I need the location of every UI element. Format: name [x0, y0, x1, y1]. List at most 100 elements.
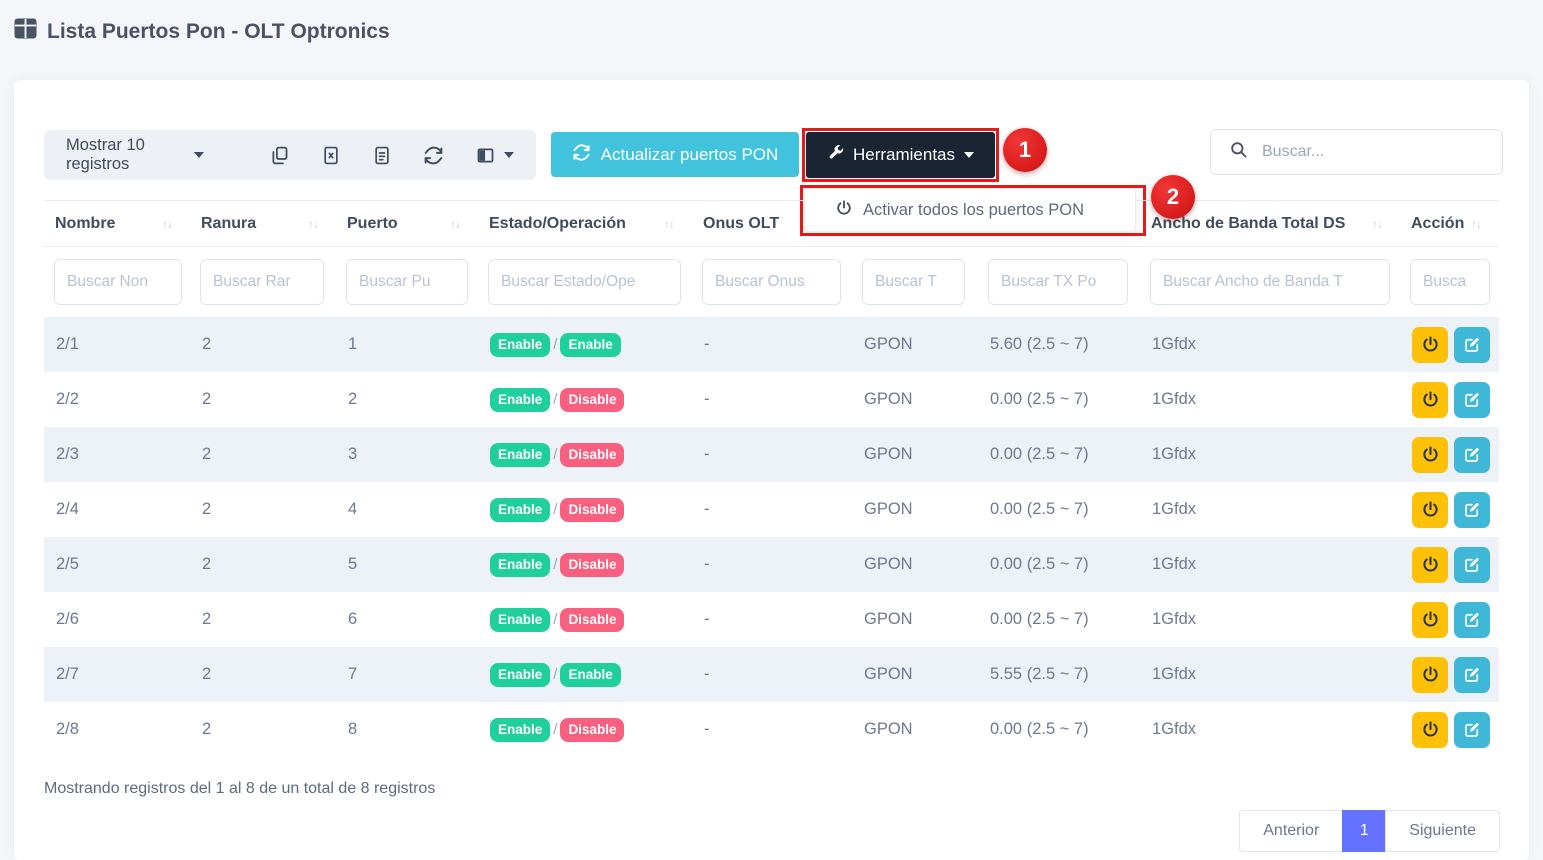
- oper-state-badge: Disable: [560, 553, 624, 577]
- filter-onus-input[interactable]: [702, 259, 841, 305]
- column-visibility-icon[interactable]: [475, 145, 514, 166]
- ports-table: Nombre↑↓ Ranura↑↓ Puerto↑↓ Estado/Operac…: [44, 200, 1499, 757]
- tools-dropdown-button[interactable]: Herramientas: [806, 132, 995, 178]
- tipo-value: GPON: [864, 335, 913, 353]
- toggle-port-button[interactable]: [1412, 382, 1448, 418]
- admin-state-badge: Enable: [490, 663, 550, 687]
- filter-accion-input[interactable]: [1410, 259, 1490, 305]
- filter-tx-input[interactable]: [988, 259, 1128, 305]
- toggle-port-button[interactable]: [1412, 492, 1448, 528]
- state-separator: /: [553, 721, 557, 738]
- edit-port-button[interactable]: [1454, 327, 1490, 363]
- copy-icon[interactable]: [269, 145, 290, 166]
- onus-value: -: [704, 390, 710, 408]
- onus-value: -: [704, 610, 710, 628]
- pagination-next-button[interactable]: Siguiente: [1385, 810, 1500, 852]
- power-icon: [1421, 390, 1440, 409]
- excel-export-icon[interactable]: [321, 145, 341, 166]
- toggle-port-button[interactable]: [1412, 657, 1448, 693]
- col-header-estado-operacion[interactable]: Estado/Operación↑↓: [478, 201, 692, 247]
- col-header-puerto[interactable]: Puerto↑↓: [336, 201, 478, 247]
- pagination: Anterior 1 Siguiente: [1239, 810, 1500, 852]
- bandwidth-value: 1Gfdx: [1152, 610, 1196, 628]
- col-header-accion[interactable]: Acción↑↓: [1400, 201, 1499, 247]
- col-header-nombre[interactable]: Nombre↑↓: [44, 201, 190, 247]
- table-row: 2/1 2 1 Enable/Enable - GPON 5.60 (2.5 ~…: [44, 317, 1499, 372]
- filter-ancho-input[interactable]: [1150, 259, 1390, 305]
- pagination-prev-button[interactable]: Anterior: [1239, 810, 1343, 852]
- tx-power-value: 0.00 (2.5 ~ 7): [990, 720, 1089, 738]
- col-header-ranura[interactable]: Ranura↑↓: [190, 201, 336, 247]
- filter-estado-input[interactable]: [488, 259, 681, 305]
- toggle-port-button[interactable]: [1412, 547, 1448, 583]
- admin-state-badge: Enable: [490, 498, 550, 522]
- filter-ranura-input[interactable]: [200, 259, 324, 305]
- filter-puerto-input[interactable]: [346, 259, 468, 305]
- tipo-value: GPON: [864, 555, 913, 573]
- slot-value: 2: [202, 720, 211, 738]
- port-value: 6: [348, 610, 357, 628]
- edit-port-button[interactable]: [1454, 492, 1490, 528]
- edit-port-button[interactable]: [1454, 547, 1490, 583]
- bandwidth-value: 1Gfdx: [1152, 335, 1196, 353]
- edit-icon: [1463, 391, 1481, 409]
- state-separator: /: [553, 611, 557, 628]
- toggle-port-button[interactable]: [1412, 602, 1448, 638]
- sort-icon: ↑↓: [162, 217, 172, 231]
- pagination-page-1[interactable]: 1: [1342, 810, 1386, 852]
- admin-state-badge: Enable: [490, 333, 550, 357]
- oper-state-badge: Enable: [560, 333, 620, 357]
- admin-state-badge: Enable: [490, 553, 550, 577]
- table-row: 2/3 2 3 Enable/Disable - GPON 0.00 (2.5 …: [44, 427, 1499, 482]
- show-entries-dropdown[interactable]: Mostrar 10 registros: [66, 136, 204, 174]
- filter-tipo-input[interactable]: [862, 259, 965, 305]
- table-row: 2/7 2 7 Enable/Enable - GPON 5.55 (2.5 ~…: [44, 647, 1499, 702]
- port-name: 2/2: [56, 390, 79, 408]
- edit-port-button[interactable]: [1454, 437, 1490, 473]
- wrench-icon: [827, 144, 844, 166]
- table-row: 2/8 2 8 Enable/Disable - GPON 0.00 (2.5 …: [44, 702, 1499, 757]
- activate-all-ports-menu-item[interactable]: Activar todos los puertos PON: [863, 201, 1084, 220]
- edit-port-button[interactable]: [1454, 712, 1490, 748]
- admin-state-badge: Enable: [490, 718, 550, 742]
- sort-icon: ↑↓: [450, 217, 460, 231]
- bandwidth-value: 1Gfdx: [1152, 390, 1196, 408]
- reload-icon[interactable]: [423, 145, 444, 166]
- state-separator: /: [553, 446, 557, 463]
- toggle-port-button[interactable]: [1412, 712, 1448, 748]
- port-value: 4: [348, 500, 357, 518]
- tx-power-value: 0.00 (2.5 ~ 7): [990, 445, 1089, 463]
- filter-nombre-input[interactable]: [54, 259, 182, 305]
- tipo-value: GPON: [864, 665, 913, 683]
- annotation-step-2: 2: [1151, 175, 1195, 219]
- power-icon: [1421, 665, 1440, 684]
- table-row: 2/5 2 5 Enable/Disable - GPON 0.00 (2.5 …: [44, 537, 1499, 592]
- refresh-pon-ports-button[interactable]: Actualizar puertos PON: [551, 132, 799, 177]
- search-icon: [1229, 140, 1248, 164]
- edit-port-button[interactable]: [1454, 657, 1490, 693]
- port-name: 2/4: [56, 500, 79, 518]
- edit-port-button[interactable]: [1454, 382, 1490, 418]
- file-export-icon[interactable]: [372, 145, 392, 166]
- edit-port-button[interactable]: [1454, 602, 1490, 638]
- tx-power-value: 0.00 (2.5 ~ 7): [990, 555, 1089, 573]
- state-separator: /: [553, 556, 557, 573]
- slot-value: 2: [202, 610, 211, 628]
- port-name: 2/5: [56, 555, 79, 573]
- port-name: 2/8: [56, 720, 79, 738]
- page-title: Lista Puertos Pon - OLT Optronics: [14, 18, 390, 45]
- tools-button-label: Herramientas: [853, 145, 955, 165]
- table-icon: [14, 18, 37, 45]
- sort-icon: ↑↓: [664, 217, 674, 231]
- toggle-port-button[interactable]: [1412, 327, 1448, 363]
- page-title-text: Lista Puertos Pon - OLT Optronics: [47, 20, 390, 44]
- onus-value: -: [704, 665, 710, 683]
- toggle-port-button[interactable]: [1412, 437, 1448, 473]
- oper-state-badge: Disable: [560, 608, 624, 632]
- state-separator: /: [553, 336, 557, 353]
- sort-icon: ↑↓: [1372, 217, 1382, 231]
- onus-value: -: [704, 720, 710, 738]
- slot-value: 2: [202, 555, 211, 573]
- bandwidth-value: 1Gfdx: [1152, 445, 1196, 463]
- search-input[interactable]: [1262, 143, 1462, 161]
